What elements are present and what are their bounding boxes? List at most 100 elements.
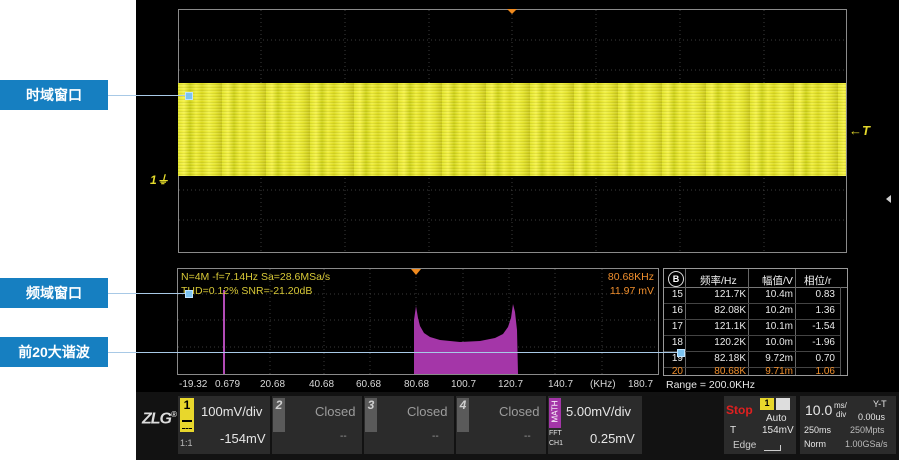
x-tick: 180.7 [628,379,654,390]
cell-amp: 9.72m [765,353,793,364]
channel3-state: Closed [407,404,448,419]
cell-phase: 0.70 [815,353,835,364]
channel4-number: 4 [459,398,467,412]
cell-freq: 120.2K [714,337,746,348]
cell-freq: 80.68K [714,366,746,377]
table-row[interactable]: 15 121.7K 10.4m 0.83 [664,288,847,303]
math-fft-label: FFT [549,430,562,437]
record-length-time: 250ms [804,425,832,435]
cell-amp: 9.71m [765,366,793,377]
spectrum-range: Range = 200.0KHz [666,379,756,391]
time-window-pointer-line [108,95,188,96]
cell-phase: -1.54 [812,321,835,332]
spectrum-plot [178,269,658,374]
channel4-offset: -- [524,431,531,442]
trigger-edge: Edge [733,440,757,451]
freq-window-pointer-line [108,293,188,294]
x-unit: (KHz) [590,379,616,390]
timebase-unit-top: ms/ [834,401,847,410]
cell-amp: 10.4m [765,289,793,300]
math-label: MATH [550,400,560,423]
table-row[interactable]: 17 121.1K 10.1m -1.54 [664,320,847,335]
spectrum-info-line2: THD=0.12% SNR=-21.20dB [181,285,313,297]
channel2-state: Closed [315,404,356,419]
time-window-pointer-dot [185,92,193,100]
timebase-delay: 0.00us [858,412,886,422]
column-header-phase: 相位/r [804,275,832,287]
math-offset: 0.25mV [590,431,635,446]
trigger-mode: Auto [766,413,787,424]
x-tick: 120.7 [498,379,524,390]
column-header-amplitude: 幅值/V [762,275,793,287]
spectrum-info-line1: N=4M -f=7.14Hz Sa=28.6MSa/s [181,271,331,283]
dc-coupling-icon [182,420,192,429]
math-source: CH1 [549,440,564,447]
timebase-value: 10.0 [805,402,833,418]
channel2-offset: -- [340,431,347,442]
harmonics-pointer-dot [677,349,685,357]
channel4-state: Closed [499,404,540,419]
x-tick: 40.68 [309,379,335,390]
trigger-coupling-icon [776,398,790,410]
table-badge-label: B [672,274,680,284]
table-row[interactable]: 19 82.18K 9.72m 0.70 [664,352,847,367]
cell-n: 20 [671,366,683,377]
table-row-highlighted[interactable]: 20 80.68K 9.71m 1.06 [664,366,847,377]
channel1-probe-ratio: 1:1 [180,438,193,448]
cell-amp: 10.0m [765,337,793,348]
x-tick: 80.68 [404,379,430,390]
channel3-number: 3 [367,398,375,412]
cell-phase: 0.83 [815,289,835,300]
cell-amp: 10.1m [765,321,793,332]
table-badge: B [668,271,684,287]
column-header-frequency: 频率/Hz [700,275,737,287]
cell-phase: -1.96 [812,337,835,348]
cell-n: 17 [671,321,683,332]
channel1-number: 1 [183,398,191,412]
math-scale: 5.00mV/div [566,404,632,419]
x-tick: 0.679 [215,379,241,390]
zlg-logo: ZLG® [142,410,177,428]
x-tick: 60.68 [356,379,382,390]
x-tick: -19.32 [179,379,208,390]
freq-window-label: 频域窗口 [0,278,108,308]
trigger-level-value: 154mV [762,425,794,436]
cursor-amplitude: 11.97 mV [609,285,654,297]
timebase-mode: Y-T [873,399,887,409]
channel2-number: 2 [275,398,283,412]
freq-window-pointer-dot [185,290,193,298]
zlg-logo-text: ZLG [142,410,172,428]
cursor-frequency: 80.68KHz [607,271,654,283]
cell-n: 16 [671,305,683,316]
record-length-points: 250Mpts [850,425,885,435]
channel1-offset: -154mV [220,431,266,446]
cell-phase: 1.36 [815,305,835,316]
time-window-label: 时域窗口 [0,80,108,110]
cell-freq: 121.7K [714,289,746,300]
cell-n: 15 [671,289,683,300]
x-tick: 100.7 [451,379,477,390]
table-row[interactable]: 16 82.08K 10.2m 1.36 [664,304,847,319]
table-row[interactable]: 18 120.2K 10.0m -1.96 [664,336,847,351]
trigger-source: 1 [764,398,770,408]
cell-freq: 82.08K [714,305,746,316]
harmonics-pointer-line [108,352,680,353]
cell-amp: 10.2m [765,305,793,316]
spectrum-cursor-marker [411,269,421,275]
run-status[interactable]: Stop [726,403,753,417]
x-tick: 20.68 [260,379,286,390]
trigger-type-label: T [730,425,737,436]
cell-phase: 1.06 [815,366,835,377]
cell-freq: 82.18K [714,353,746,364]
channel3-offset: -- [432,431,439,442]
timebase-unit-bottom: div [836,410,847,419]
rising-edge-icon [764,445,781,451]
cell-freq: 121.1K [714,321,746,332]
spectrum-fill [414,304,518,374]
harmonic-table: B 频率/Hz 幅值/V 相位/r 15 121.7K 10.4m 0.83 1… [663,268,848,377]
cell-n: 18 [671,337,683,348]
sample-rate: 1.00GSa/s [845,439,888,449]
x-tick: 140.7 [548,379,574,390]
harmonics-label: 前20大谐波 [0,337,108,367]
channel1-scale: 100mV/div [201,404,263,419]
